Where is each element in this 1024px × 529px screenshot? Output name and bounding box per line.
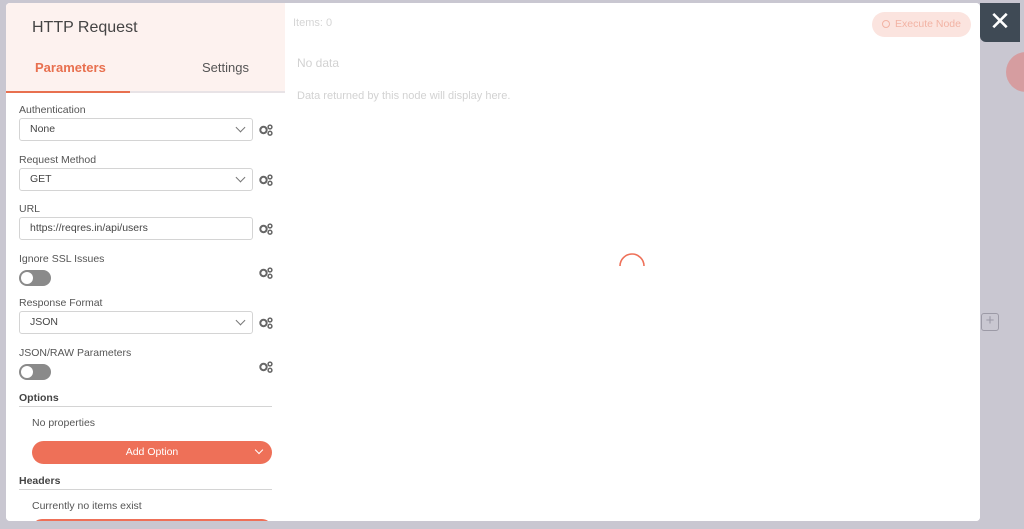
json-raw-label: JSON/RAW Parameters bbox=[19, 347, 132, 359]
chevron-down-icon bbox=[235, 315, 246, 326]
tab-parameters[interactable]: Parameters bbox=[35, 60, 106, 75]
options-title: Options bbox=[19, 392, 59, 404]
loading-spinner bbox=[619, 253, 645, 267]
json-raw-toggle[interactable] bbox=[19, 364, 51, 380]
execute-node-label: Execute Node bbox=[895, 18, 961, 30]
toggle-knob bbox=[21, 272, 33, 284]
close-icon: ✕ bbox=[989, 7, 1011, 37]
ignore-ssl-toggle[interactable] bbox=[19, 270, 51, 286]
ignore-ssl-label: Ignore SSL Issues bbox=[19, 253, 105, 265]
chevron-down-icon bbox=[254, 445, 264, 455]
url-label: URL bbox=[19, 203, 41, 215]
chevron-down-icon bbox=[235, 172, 246, 183]
active-tab-indicator bbox=[6, 91, 130, 93]
add-option-label: Add Option bbox=[125, 446, 179, 458]
plus-icon[interactable]: + bbox=[981, 313, 999, 331]
tab-settings[interactable]: Settings bbox=[202, 60, 249, 75]
node-title: HTTP Request bbox=[32, 19, 138, 36]
url-input[interactable]: https://reqres.in/api/users bbox=[19, 217, 253, 240]
items-count: Items: 0 bbox=[293, 17, 333, 29]
authentication-label: Authentication bbox=[19, 104, 86, 116]
headers-divider bbox=[19, 489, 272, 490]
node-modal: HTTP Request Parameters Settings Authent… bbox=[6, 3, 980, 521]
options-empty-text: No properties bbox=[32, 417, 96, 429]
headers-title: Headers bbox=[19, 475, 61, 487]
panel-header: HTTP Request Parameters Settings bbox=[6, 3, 285, 93]
authentication-select[interactable]: None bbox=[19, 118, 253, 141]
response-format-select[interactable]: JSON bbox=[19, 311, 253, 334]
no-data-title: No data bbox=[297, 56, 340, 70]
gears-icon[interactable] bbox=[259, 223, 273, 235]
chevron-down-icon bbox=[235, 122, 246, 133]
no-data-hint: Data returned by this node will display … bbox=[297, 90, 511, 102]
url-value: https://reqres.in/api/users bbox=[30, 222, 148, 234]
close-button[interactable]: ✕ bbox=[980, 3, 1020, 42]
request-method-value: GET bbox=[30, 173, 52, 185]
response-format-label: Response Format bbox=[19, 297, 103, 309]
request-method-select[interactable]: GET bbox=[19, 168, 253, 191]
gears-icon[interactable] bbox=[259, 361, 273, 373]
request-method-label: Request Method bbox=[19, 154, 97, 166]
toggle-knob bbox=[21, 366, 33, 378]
headers-empty-text: Currently no items exist bbox=[32, 500, 142, 512]
play-icon bbox=[882, 20, 891, 28]
output-panel: Items: 0 Execute Node No data Data retur… bbox=[285, 3, 980, 521]
add-option-button[interactable]: Add Option bbox=[32, 441, 272, 464]
execute-node-button[interactable]: Execute Node bbox=[872, 12, 971, 37]
response-format-value: JSON bbox=[30, 316, 59, 328]
add-header-button[interactable] bbox=[32, 519, 272, 521]
options-divider bbox=[19, 406, 272, 407]
gears-icon[interactable] bbox=[259, 267, 273, 279]
gears-icon[interactable] bbox=[259, 174, 273, 186]
gears-icon[interactable] bbox=[259, 124, 273, 136]
authentication-value: None bbox=[30, 123, 56, 135]
gears-icon[interactable] bbox=[259, 317, 273, 329]
parameters-panel: HTTP Request Parameters Settings Authent… bbox=[6, 3, 285, 521]
